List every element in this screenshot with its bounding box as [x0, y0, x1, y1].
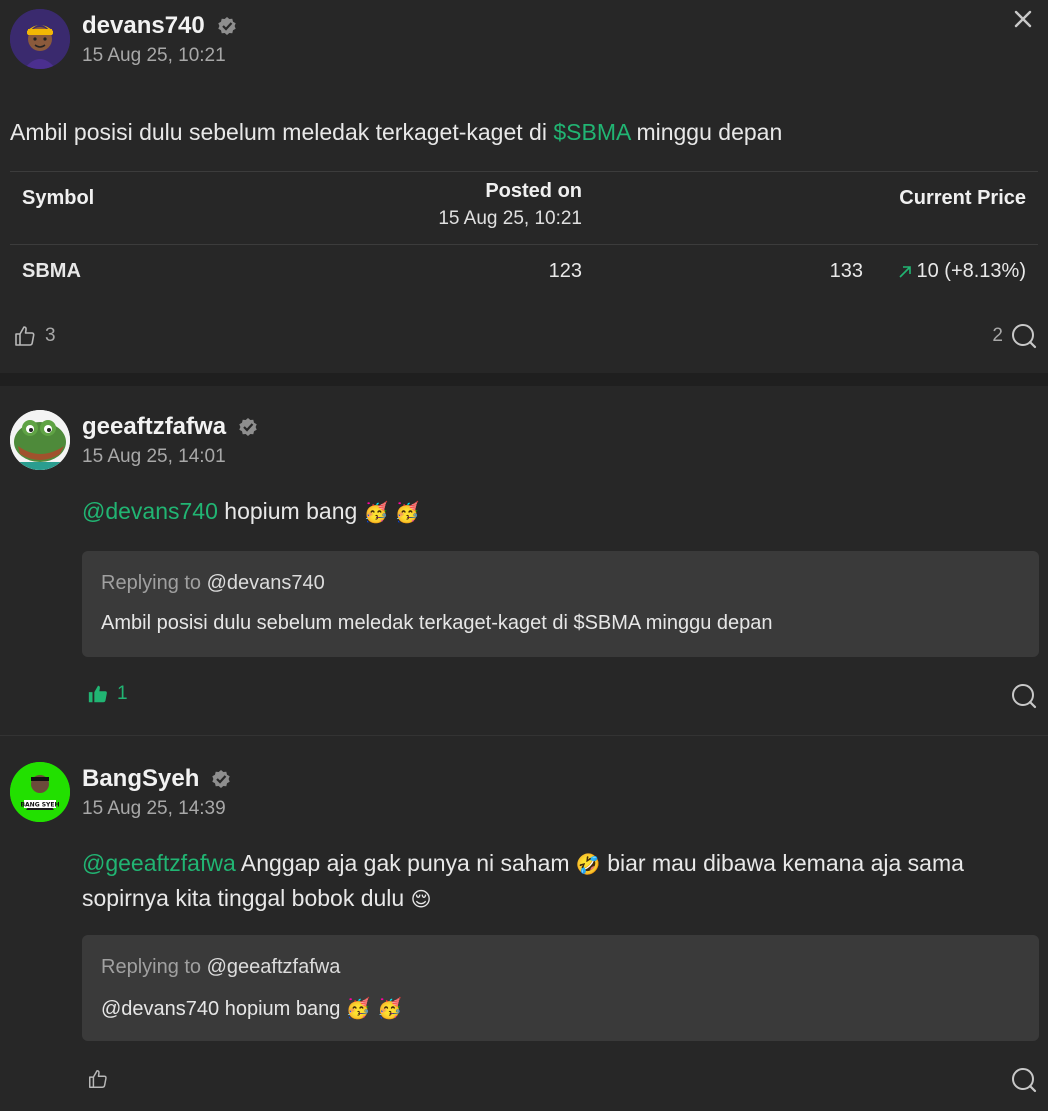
header-symbol: Symbol	[22, 187, 95, 209]
mention-link[interactable]: @devans740	[82, 498, 218, 524]
section-divider	[0, 374, 1048, 386]
header-posted-on-date: 15 Aug 25, 10:21	[438, 208, 582, 229]
author-name[interactable]: BangSyeh	[82, 765, 199, 793]
emoji: 🥳 🥳	[363, 500, 420, 524]
post-author[interactable]: devans740	[82, 12, 237, 40]
like-count: 3	[45, 325, 56, 346]
reply-label-text: Replying to	[101, 572, 207, 594]
avatar-image	[10, 410, 70, 470]
reply-text: @devans740 hopium bang 🥳 🥳	[101, 996, 402, 1021]
header-current-price: Current Price	[899, 187, 1026, 209]
mention-link[interactable]: @geeaftzfafwa	[82, 850, 236, 876]
comment-text: hopium bang	[217, 498, 364, 524]
reply-quote[interactable]: Replying to @devans740 Ambil posisi dulu…	[82, 551, 1039, 657]
comment-icon	[1012, 324, 1037, 349]
avatar[interactable]	[10, 9, 70, 69]
replying-to-label: Replying to @devans740	[101, 572, 325, 595]
comment-button[interactable]	[1011, 683, 1037, 709]
comment-button[interactable]: 2	[992, 323, 1037, 349]
author-name[interactable]: devans740	[82, 12, 205, 40]
table-divider	[10, 171, 1038, 172]
avatar[interactable]: BANG SYEH	[10, 762, 70, 822]
row-posted-price: 123	[548, 260, 582, 282]
comment-count: 2	[992, 325, 1003, 346]
comment-body: @devans740 hopium bang 🥳 🥳	[82, 494, 420, 529]
reply-text-content: @devans740 hopium bang	[101, 998, 346, 1020]
main-post: devans740 15 Aug 25, 10:21 Ambil posisi …	[0, 0, 1048, 374]
replying-to-label: Replying to @geeaftzfafwa	[101, 956, 340, 979]
verified-icon	[212, 770, 231, 788]
emoji: 🥳 🥳	[345, 996, 403, 1020]
reply-quote[interactable]: Replying to @geeaftzfafwa @devans740 hop…	[82, 935, 1039, 1041]
row-change: 10 (+8.13%)	[898, 260, 1026, 283]
thumbs-up-icon	[89, 1070, 107, 1088]
table-divider	[10, 244, 1038, 245]
comment-line: @geeaftzfafwa Anggap aja gak punya ni sa…	[82, 846, 1042, 881]
row-current-price: 133	[829, 260, 863, 282]
verified-icon	[239, 418, 257, 436]
comment-text: Anggap aja gak punya ni saham	[235, 850, 576, 876]
arrow-up-right-icon	[899, 265, 912, 278]
like-button[interactable]	[87, 1068, 109, 1090]
avatar[interactable]	[10, 410, 70, 470]
reply-to-user[interactable]: @geeaftzfafwa	[207, 956, 341, 978]
emoji: 😌	[410, 887, 432, 911]
avatar-image	[10, 9, 70, 69]
thumbs-up-icon	[88, 685, 107, 703]
post-body: Ambil posisi dulu sebelum meledak terkag…	[10, 115, 782, 149]
avatar-image: BANG SYEH	[10, 762, 70, 822]
reply-text: Ambil posisi dulu sebelum meledak terkag…	[101, 612, 773, 634]
comment-body: @geeaftzfafwa Anggap aja gak punya ni sa…	[82, 846, 1042, 916]
comment-author[interactable]: geeaftzfafwa	[82, 413, 258, 441]
verified-icon	[218, 17, 236, 35]
comment-author[interactable]: BangSyeh	[82, 765, 231, 793]
comment-icon	[1012, 684, 1037, 709]
change-value: 10 (+8.13%)	[916, 260, 1026, 282]
post-text-after: minggu depan	[630, 119, 783, 145]
post-timestamp: 15 Aug 25, 10:21	[82, 45, 226, 66]
close-icon[interactable]	[1012, 8, 1034, 30]
comment-icon	[1012, 1068, 1037, 1093]
comment-item: BANG SYEH BangSyeh 15 Aug 25, 14:39 @gee…	[0, 736, 1048, 1111]
comment-text: sopirnya kita tinggal bobok dulu	[82, 885, 411, 911]
comment-timestamp: 15 Aug 25, 14:39	[82, 798, 226, 819]
comment-text: biar mau dibawa kemana aja sama	[600, 850, 964, 876]
ticker-link[interactable]: $SBMA	[553, 119, 630, 145]
header-posted-on: Posted on	[485, 180, 582, 202]
comment-line: sopirnya kita tinggal bobok dulu 😌	[82, 881, 1042, 916]
comment-item: geeaftzfafwa 15 Aug 25, 14:01 @devans740…	[0, 386, 1048, 736]
reply-to-user[interactable]: @devans740	[207, 572, 325, 594]
like-count: 1	[117, 683, 128, 704]
post-text-before: Ambil posisi dulu sebelum meledak terkag…	[10, 119, 554, 145]
row-symbol[interactable]: SBMA	[22, 260, 81, 283]
emoji: 🤣	[575, 852, 601, 876]
comment-timestamp: 15 Aug 25, 14:01	[82, 446, 226, 467]
reply-label-text: Replying to	[101, 956, 207, 978]
comment-button[interactable]	[1011, 1067, 1037, 1093]
author-name[interactable]: geeaftzfafwa	[82, 413, 226, 441]
like-button[interactable]: 1	[87, 683, 128, 705]
thumbs-up-icon	[15, 326, 35, 346]
avatar-text: BANG SYEH	[20, 802, 59, 809]
like-button[interactable]: 3	[13, 324, 56, 348]
